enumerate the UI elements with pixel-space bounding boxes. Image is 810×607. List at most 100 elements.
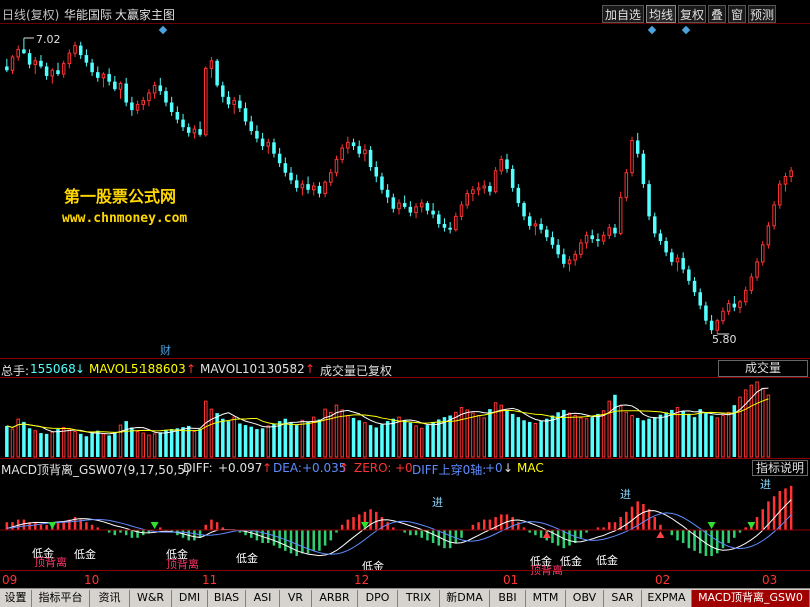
candle-down <box>351 142 356 147</box>
volume-bar-down <box>550 415 555 457</box>
volume-bar-up <box>749 384 754 458</box>
volume-bar-up <box>67 429 72 458</box>
tab-expma[interactable]: EXPMA <box>642 590 692 607</box>
candle-down <box>181 119 185 128</box>
volume-bar-up <box>147 434 151 458</box>
tab-wr[interactable]: W&R <box>130 590 172 607</box>
volume-bar-down <box>357 420 361 457</box>
candle-down <box>596 239 600 242</box>
month-tick: 01 <box>503 573 519 587</box>
tab-bias[interactable]: BIAS <box>208 590 246 607</box>
candle-down <box>681 258 685 270</box>
volume-bar-up <box>10 428 15 458</box>
tab-trix[interactable]: TRIX <box>398 590 440 607</box>
volume-bar-down <box>260 428 265 457</box>
tab-macd-top-divergence[interactable]: MACD顶背离_GSW0 <box>692 590 810 607</box>
date-axis: 09 10 11 12 01 02 03 <box>0 570 810 588</box>
tab-mtm[interactable]: MTM <box>526 590 566 607</box>
candle-up <box>101 73 106 79</box>
candle-down <box>522 203 526 217</box>
tab-dpo[interactable]: DPO <box>358 590 398 607</box>
volume-bar-up <box>135 430 140 458</box>
volume-bar-down <box>158 432 163 457</box>
zero-label: ZERO: <box>354 461 392 475</box>
candle-down <box>562 254 566 264</box>
moving-average-button[interactable]: 均线 <box>646 5 676 23</box>
volume-bar-up <box>323 408 327 458</box>
restore-rights-button[interactable]: 复权 <box>678 5 706 23</box>
volume-bar-down <box>664 412 668 457</box>
jin-signal: 进 <box>760 478 771 491</box>
overlay-button[interactable]: 叠 <box>708 5 726 23</box>
volume-bar-down <box>437 419 441 457</box>
volume-bar-up <box>465 409 469 458</box>
candle-down <box>255 130 259 139</box>
add-watchlist-button[interactable]: 加自选 <box>602 5 644 23</box>
tab-arbr[interactable]: ARBR <box>312 590 358 607</box>
candle-up <box>579 242 583 255</box>
candle-down <box>56 70 60 75</box>
volume-bar-down <box>425 425 430 457</box>
tab-obv[interactable]: OBV <box>566 590 604 607</box>
volume-bar-up <box>73 430 77 458</box>
candle-up <box>601 234 606 242</box>
main-formula-name[interactable]: 大赢家主图 <box>115 6 175 23</box>
volume-bar-down <box>488 409 492 457</box>
volume-bar-down <box>289 422 293 457</box>
volume-chart[interactable] <box>0 378 810 458</box>
price-pane[interactable]: 7.02 5.80 财 第一股票公式网 www.chnmoney.com <box>0 24 810 360</box>
candle-up <box>766 225 771 246</box>
tab-asi[interactable]: ASI <box>246 590 280 607</box>
candle-up <box>397 202 401 210</box>
candle-up <box>749 276 754 291</box>
window-button[interactable]: 窗 <box>728 5 746 23</box>
indicator-help-button[interactable]: 指标说明 <box>752 460 808 476</box>
volume-bar-down <box>249 426 253 457</box>
volume-bar-up <box>533 422 538 458</box>
candle-up <box>419 202 424 208</box>
volume-bar-up <box>204 400 208 458</box>
volume-bar-up <box>266 425 271 458</box>
volume-pane[interactable] <box>0 378 810 458</box>
candle-down <box>670 252 674 262</box>
candle-down <box>448 227 452 230</box>
volume-bar-down <box>590 417 594 457</box>
low-price-label: 5.80 <box>712 333 737 346</box>
volume-indicator-dropdown[interactable]: 成交量 <box>718 360 808 377</box>
tab-dmi[interactable]: DMI <box>172 590 208 607</box>
candle-down <box>22 49 26 54</box>
candle-up <box>266 141 271 147</box>
volume-bar-down <box>351 417 356 457</box>
tab-indicator-platform[interactable]: 指标平台 <box>32 590 90 607</box>
volume-bar-up <box>471 412 475 458</box>
candle-up <box>323 181 327 195</box>
volume-bar-down <box>96 430 100 457</box>
tab-settings[interactable]: 设置 <box>0 590 32 607</box>
down-arrow-icon <box>150 522 159 529</box>
candle-up <box>50 69 55 77</box>
volume-bar-up <box>300 419 305 458</box>
tab-sar[interactable]: SAR <box>604 590 642 607</box>
tab-bbi[interactable]: BBI <box>490 590 526 607</box>
macd-chart[interactable] <box>0 476 810 570</box>
forecast-button[interactable]: 预测 <box>748 5 776 23</box>
period-label[interactable]: 日线(复权) <box>2 6 59 23</box>
tab-vr[interactable]: VR <box>280 590 312 607</box>
finance-marker[interactable]: 财 <box>160 342 171 358</box>
volume-bar-down <box>709 415 714 457</box>
candle-down <box>5 66 9 71</box>
candle-up <box>152 84 157 94</box>
month-tick: 11 <box>202 573 218 587</box>
down-arrow-icon <box>747 522 756 529</box>
tab-news[interactable]: 资讯 <box>90 590 130 607</box>
indicator-tab-bar: 设置 指标平台 资讯 W&R DMI BIAS ASI VR ARBR DPO … <box>0 588 810 607</box>
volume-bar-down <box>391 418 396 457</box>
candle-down <box>425 203 430 211</box>
tab-new-dma[interactable]: 新DMA <box>440 590 490 607</box>
candle-down <box>158 85 163 92</box>
volume-bar-down <box>652 417 657 457</box>
volume-bar-up <box>715 417 720 458</box>
macd-pane[interactable]: 进 进 进 低金 低金 低金 低金 低金 低金 低金 低金 顶背离 顶背离 顶背… <box>0 476 810 577</box>
total-volume-value: 155068 <box>30 362 76 376</box>
volume-note: 成交量已复权 <box>320 364 393 378</box>
